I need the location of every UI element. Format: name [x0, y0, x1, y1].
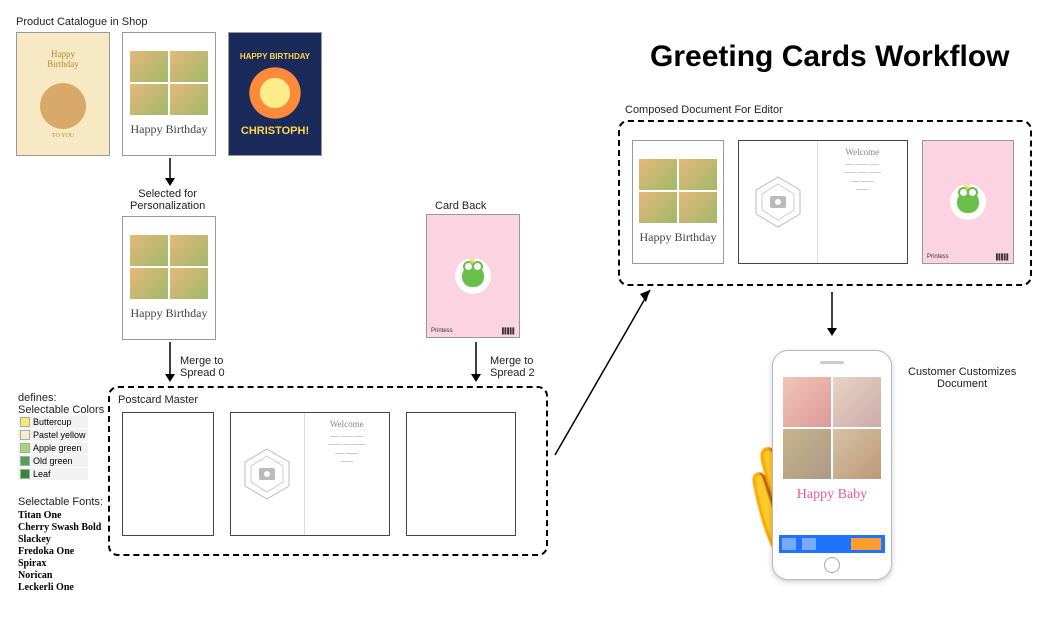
- color-swatch: Leaf: [18, 468, 88, 480]
- phone-card-text: Happy Baby: [779, 483, 885, 507]
- back-brand: Printess: [431, 328, 453, 335]
- font-list: Titan OneCherry Swash BoldSlackeyFredoka…: [18, 510, 101, 594]
- color-swatch: Buttercup: [18, 416, 88, 428]
- composed-middle: Welcome ── ─── ───── ── ───── ──────: [738, 140, 908, 264]
- composed-label: Composed Document For Editor: [625, 104, 783, 116]
- selected-text: Happy Birthday: [127, 302, 212, 325]
- arrow-selected-to-master: [162, 342, 178, 382]
- master-invite-text: Welcome ── ─── ───── ── ───── ──────: [305, 413, 390, 535]
- font-item: Fredoka One: [18, 546, 101, 557]
- color-swatch: Old green: [18, 455, 88, 467]
- defines-label: defines: Selectable Colors: [18, 392, 104, 416]
- master-panel-2: [406, 412, 516, 536]
- camera-placeholder-icon: [237, 444, 297, 504]
- card-back-label: Card Back: [435, 200, 486, 212]
- phone-home-button[interactable]: [824, 557, 840, 573]
- composed-collage: [636, 156, 720, 226]
- catalogue-label: Product Catalogue in Shop: [16, 16, 147, 28]
- composed-back: ♛ Printess ▌▌▌▌▌: [922, 140, 1014, 264]
- card-back-footer: Printess ▌▌▌▌▌: [427, 328, 519, 335]
- card2-collage: [127, 48, 211, 118]
- page-title: Greeting Cards Workflow: [650, 40, 1010, 74]
- card2-text: Happy Birthday: [127, 118, 212, 141]
- font-item: Leckerli One: [18, 582, 101, 593]
- card3-top: HAPPY BIRTHDAY: [240, 52, 310, 61]
- arrow-back-to-master: [468, 342, 484, 382]
- catalogue-card-1: Happy Birthday TO YOU: [16, 32, 110, 156]
- font-item: Cherry Swash Bold: [18, 522, 101, 533]
- phone-screen: Happy Baby: [779, 373, 885, 553]
- merge0-label: Merge to Spread 0: [180, 355, 225, 379]
- frog-circle: ♛: [455, 258, 491, 294]
- composed-front: Happy Birthday: [632, 140, 724, 264]
- card1-footer: TO YOU: [52, 133, 74, 139]
- master-panel-0: [122, 412, 214, 536]
- customize-label: Customer Customizes Document: [908, 366, 1016, 390]
- arrow-to-composed: [550, 280, 660, 460]
- arrow-catalogue-to-selected: [162, 158, 178, 186]
- selected-label: Selected for Personalization: [130, 188, 205, 212]
- phone-speaker: [820, 361, 844, 364]
- catalogue-card-2: Happy Birthday: [122, 32, 216, 156]
- color-swatch: Pastel yellow: [18, 429, 88, 441]
- font-item: Titan One: [18, 510, 101, 521]
- font-item: Slackey: [18, 534, 101, 545]
- barcode-icon: ▌▌▌▌▌: [502, 328, 515, 335]
- arrow-to-phone: [824, 292, 840, 336]
- font-item: Norican: [18, 570, 101, 581]
- card1-text: Happy Birthday: [47, 49, 79, 69]
- composed-invite-text: Welcome ── ─── ───── ── ───── ──────: [818, 141, 908, 263]
- merge2-label: Merge to Spread 2: [490, 355, 535, 379]
- frog-circle-2: ♛: [950, 184, 986, 220]
- barcode-icon-2: ▌▌▌▌▌: [996, 254, 1009, 261]
- composed-back-footer: Printess ▌▌▌▌▌: [923, 254, 1013, 261]
- phone-mockup: Happy Baby: [772, 350, 892, 580]
- phone-toolbar[interactable]: [779, 535, 885, 553]
- camera-placeholder-icon-2: [748, 172, 808, 232]
- color-swatch: Apple green: [18, 442, 88, 454]
- catalogue-card-3: HAPPY BIRTHDAY CHRISTOPH!: [228, 32, 322, 156]
- card3-hero: [245, 63, 305, 123]
- selected-card: Happy Birthday: [122, 216, 216, 340]
- postcard-master-label: Postcard Master: [118, 394, 198, 406]
- card1-photo-circle: [40, 83, 86, 129]
- card-back: ♛ Printess ▌▌▌▌▌: [426, 214, 520, 338]
- card3-name: CHRISTOPH!: [241, 125, 309, 137]
- composed-front-text: Happy Birthday: [636, 226, 721, 249]
- fonts-label: Selectable Fonts:: [18, 496, 103, 508]
- font-item: Spirax: [18, 558, 101, 569]
- selected-collage: [127, 232, 211, 302]
- color-swatches: ButtercupPastel yellowApple greenOld gre…: [18, 416, 88, 481]
- master-panel-1: Welcome ── ─── ───── ── ───── ──────: [230, 412, 390, 536]
